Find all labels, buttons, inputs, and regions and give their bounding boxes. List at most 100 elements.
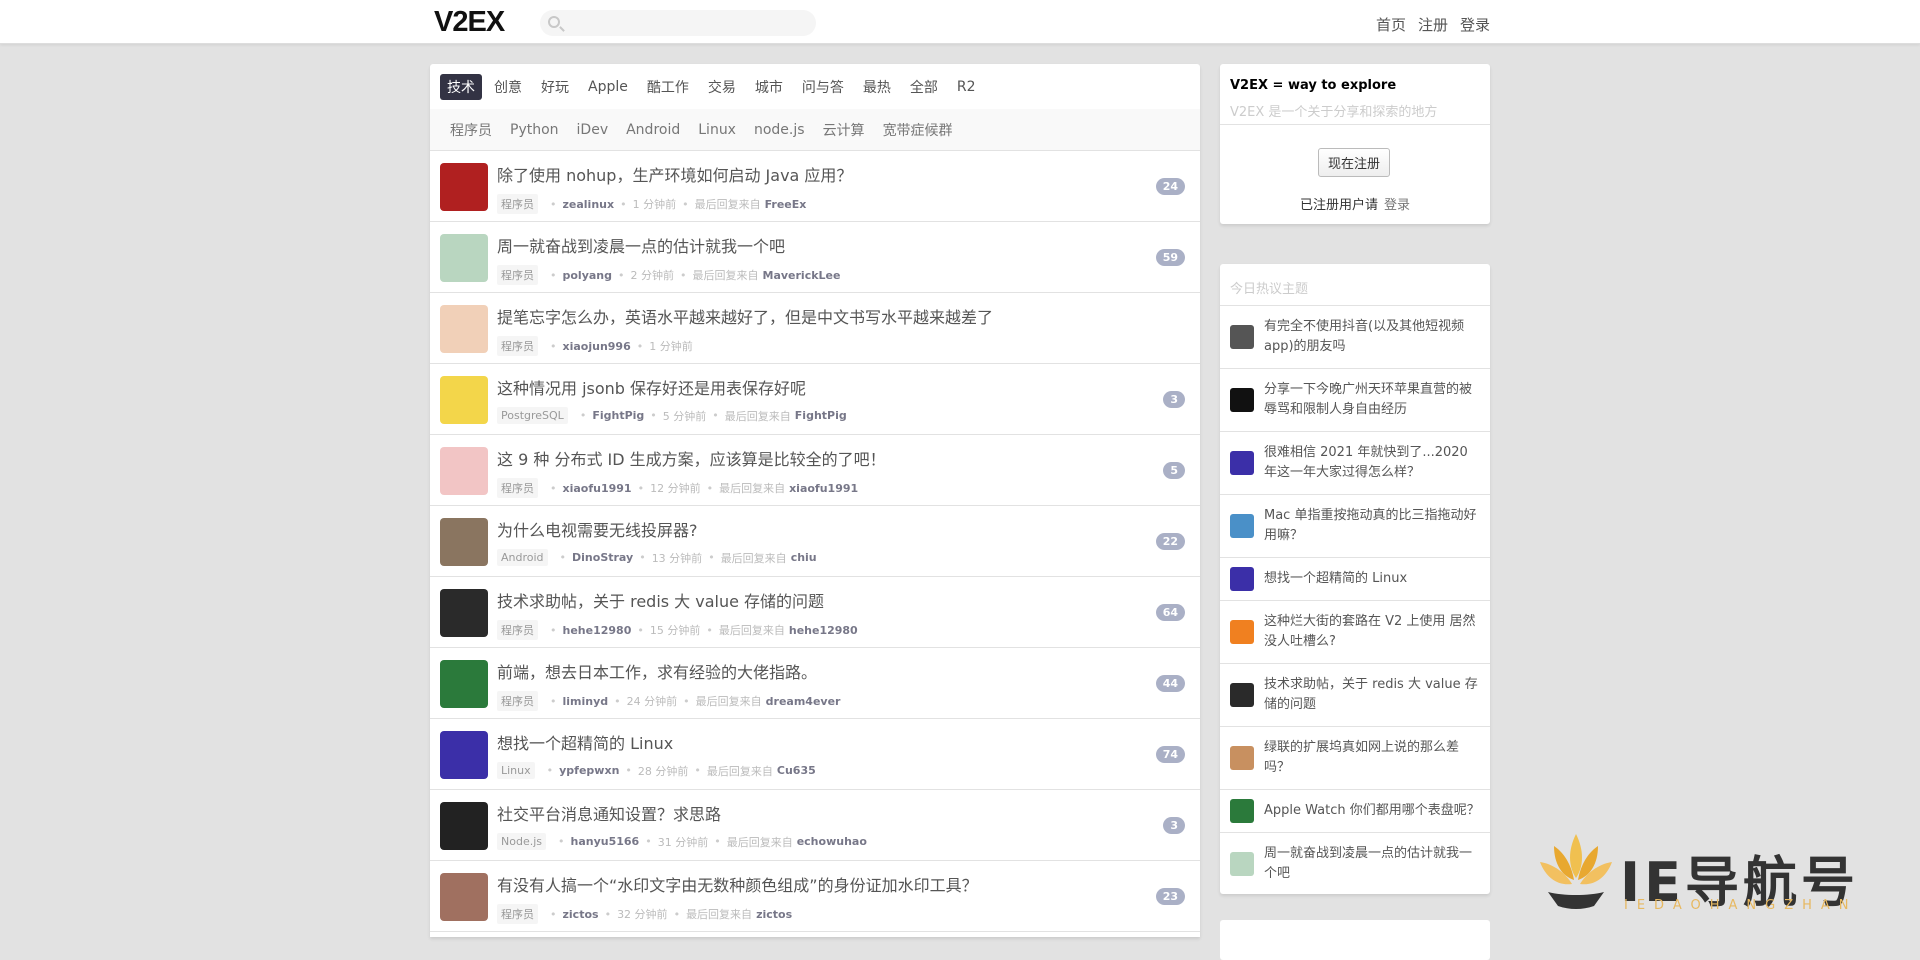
avatar[interactable]	[1230, 388, 1254, 412]
node-badge[interactable]: 程序员	[497, 904, 538, 924]
reply-count-badge[interactable]: 22	[1155, 533, 1185, 550]
author-link[interactable]: DinoStray	[572, 551, 633, 564]
topic-title-link[interactable]: 社交平台消息通知设置？求思路	[497, 801, 721, 825]
last-reply-link[interactable]: Cu635	[777, 764, 816, 777]
author-link[interactable]: FightPig	[592, 409, 644, 422]
avatar[interactable]	[440, 447, 488, 495]
avatar[interactable]	[1230, 746, 1254, 770]
tab-7[interactable]: 问与答	[795, 74, 851, 100]
node-badge[interactable]: 程序员	[497, 194, 538, 214]
avatar[interactable]	[1230, 325, 1254, 349]
reply-count-badge[interactable]: 59	[1155, 249, 1185, 266]
avatar[interactable]	[440, 660, 488, 708]
node-tab-2[interactable]: iDev	[577, 122, 609, 138]
reply-count-badge[interactable]: 3	[1163, 391, 1185, 408]
tab-6[interactable]: 城市	[748, 74, 790, 100]
author-link[interactable]: zictos	[563, 908, 599, 921]
last-reply-link[interactable]: FreeEx	[765, 198, 807, 211]
tab-3[interactable]: Apple	[581, 76, 635, 98]
topic-title-link[interactable]: 想找一个超精简的 Linux	[497, 730, 673, 754]
avatar[interactable]	[1230, 567, 1254, 591]
author-link[interactable]: xiaojun996	[563, 340, 631, 353]
tab-1[interactable]: 创意	[487, 74, 529, 100]
reply-count-badge[interactable]: 3	[1163, 817, 1185, 834]
topic-title-link[interactable]: 技术求助帖，关于 redis 大 value 存储的问题	[497, 588, 824, 612]
topic-title-link[interactable]: 周一就奋战到凌晨一点的估计就我一个吧	[497, 233, 785, 257]
node-badge[interactable]: Linux	[497, 762, 535, 779]
last-reply-link[interactable]: zictos	[756, 908, 792, 921]
avatar[interactable]	[440, 589, 488, 637]
last-reply-link[interactable]: MaverickLee	[763, 269, 841, 282]
node-tab-1[interactable]: Python	[510, 122, 559, 138]
hot-topic-link[interactable]: Mac 单指重按拖动真的比三指拖动好用嘛？	[1264, 508, 1476, 543]
hot-topic-link[interactable]: 有完全不使用抖音(以及其他短视频app)的朋友吗	[1264, 319, 1464, 354]
avatar[interactable]	[1230, 852, 1254, 876]
avatar[interactable]	[440, 376, 488, 424]
topic-title-link[interactable]: 除了使用 nohup，生产环境如何启动 Java 应用？	[497, 162, 852, 186]
node-badge[interactable]: Android	[497, 549, 548, 566]
author-link[interactable]: ypfepwxn	[559, 764, 619, 777]
tab-2[interactable]: 好玩	[534, 74, 576, 100]
avatar[interactable]	[1230, 451, 1254, 475]
author-link[interactable]: zealinux	[563, 198, 615, 211]
hot-topic-link[interactable]: 周一就奋战到凌晨一点的估计就我一个吧	[1264, 846, 1472, 881]
hot-topic-link[interactable]: 分享一下今晚广州天环苹果直营的被辱骂和限制人身自由经历	[1264, 382, 1472, 417]
search-input[interactable]	[540, 10, 816, 36]
author-link[interactable]: hehe12980	[563, 624, 632, 637]
last-reply-link[interactable]: hehe12980	[789, 624, 858, 637]
avatar[interactable]	[1230, 683, 1254, 707]
reply-count-badge[interactable]: 23	[1155, 888, 1185, 905]
avatar[interactable]	[440, 163, 488, 211]
topic-title-link[interactable]: 提笔忘字怎么办，英语水平越来越好了，但是中文书写水平越来越差了	[497, 304, 993, 328]
last-reply-link[interactable]: xiaofu1991	[789, 482, 858, 495]
node-tab-0[interactable]: 程序员	[450, 120, 492, 140]
node-badge[interactable]: 程序员	[497, 336, 538, 356]
node-badge[interactable]: 程序员	[497, 478, 538, 498]
hot-topic-link[interactable]: 技术求助帖，关于 redis 大 value 存储的问题	[1264, 677, 1478, 712]
tab-8[interactable]: 最热	[856, 74, 898, 100]
hot-topic-link[interactable]: 想找一个超精简的 Linux	[1264, 571, 1407, 586]
author-link[interactable]: xiaofu1991	[563, 482, 632, 495]
avatar[interactable]	[440, 305, 488, 353]
topic-title-link[interactable]: 有没有人搞一个“水印文字由无数种颜色组成”的身份证加水印工具？	[497, 872, 978, 896]
site-logo[interactable]: V2EX	[434, 6, 505, 39]
hot-topic-link[interactable]: 绿联的扩展坞真如网上说的那么差吗？	[1264, 740, 1459, 775]
reply-count-badge[interactable]: 64	[1155, 604, 1185, 621]
tab-9[interactable]: 全部	[903, 74, 945, 100]
login-link[interactable]: 登录	[1384, 198, 1410, 213]
node-badge[interactable]: 程序员	[497, 265, 538, 285]
avatar[interactable]	[1230, 514, 1254, 538]
author-link[interactable]: hanyu5166	[571, 835, 640, 848]
last-reply-link[interactable]: dream4ever	[766, 695, 841, 708]
topic-title-link[interactable]: 为什么电视需要无线投屏器?	[497, 517, 698, 541]
last-reply-link[interactable]: echowuhao	[797, 835, 867, 848]
hot-topic-link[interactable]: Apple Watch 你们都用哪个表盘呢？	[1264, 803, 1480, 818]
node-tab-4[interactable]: Linux	[698, 122, 736, 138]
node-tab-6[interactable]: 云计算	[823, 120, 865, 140]
reply-count-badge[interactable]: 74	[1155, 746, 1185, 763]
topic-title-link[interactable]: 这 9 种 分布式 ID 生成方案，应该算是比较全的了吧！	[497, 446, 886, 470]
node-badge[interactable]: 程序员	[497, 691, 538, 711]
avatar[interactable]	[440, 802, 488, 850]
reply-count-badge[interactable]: 5	[1163, 462, 1185, 479]
signup-button[interactable]: 现在注册	[1318, 148, 1391, 177]
last-reply-link[interactable]: chiu	[791, 551, 817, 564]
avatar[interactable]	[440, 518, 488, 566]
node-badge[interactable]: PostgreSQL	[497, 407, 568, 424]
author-link[interactable]: liminyd	[563, 695, 609, 708]
node-tab-3[interactable]: Android	[626, 122, 680, 138]
hot-topic-link[interactable]: 这种烂大街的套路在 V2 上使用 居然没人吐槽么?	[1264, 614, 1476, 649]
avatar[interactable]	[1230, 620, 1254, 644]
tab-10[interactable]: R2	[950, 76, 983, 98]
nav-login-link[interactable]: 登录	[1460, 14, 1490, 35]
last-reply-link[interactable]: FightPig	[795, 409, 847, 422]
avatar[interactable]	[440, 234, 488, 282]
tab-5[interactable]: 交易	[701, 74, 743, 100]
avatar[interactable]	[440, 731, 488, 779]
tab-0[interactable]: 技术	[440, 73, 482, 100]
tab-4[interactable]: 酷工作	[640, 74, 696, 100]
node-badge[interactable]: 程序员	[497, 620, 538, 640]
node-tab-5[interactable]: node.js	[754, 122, 805, 138]
author-link[interactable]: polyang	[563, 269, 613, 282]
avatar[interactable]	[1230, 799, 1254, 823]
